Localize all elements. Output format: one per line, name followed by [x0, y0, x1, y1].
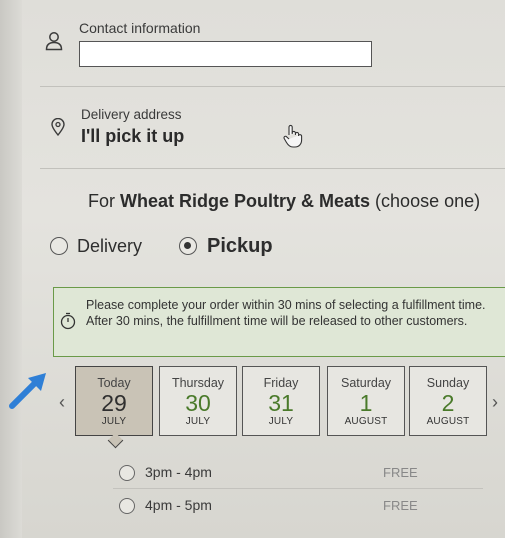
day-name: Today — [97, 376, 131, 390]
store-prefix: For — [88, 191, 121, 211]
pickup-radio[interactable] — [179, 237, 197, 255]
day-name: Saturday — [340, 376, 392, 390]
slot-label[interactable]: 4pm - 5pm — [145, 497, 212, 513]
store-name: Wheat Ridge Poultry & Meats — [120, 191, 371, 211]
divider — [113, 488, 483, 489]
delivery-address-label: Delivery address — [81, 107, 182, 122]
day-saturday[interactable]: Saturday 1 AUGUST — [327, 366, 405, 436]
hand-pointer-icon — [283, 124, 303, 153]
day-friday[interactable]: Friday 31 JULY — [242, 366, 320, 436]
slot-radio[interactable] — [119, 465, 135, 481]
day-thursday[interactable]: Thursday 30 JULY — [159, 366, 237, 436]
delivery-radio[interactable] — [50, 237, 68, 255]
day-number: 1 — [359, 390, 373, 416]
store-heading: For Wheat Ridge Poultry & Meats (choose … — [88, 191, 480, 212]
person-icon — [45, 31, 63, 56]
day-name: Friday — [263, 376, 299, 390]
checkout-screen: Contact information Delivery address I'l… — [0, 0, 505, 538]
contact-input[interactable] — [79, 41, 372, 67]
fulfillment-notice: Please complete your order within 30 min… — [53, 287, 505, 357]
chevron-right-icon[interactable]: › — [492, 392, 498, 413]
screen-edge — [0, 0, 22, 538]
pickup-option-label[interactable]: Pickup — [207, 235, 273, 258]
delivery-option-label[interactable]: Delivery — [77, 236, 142, 257]
slot-radio[interactable] — [119, 498, 135, 514]
day-month: AUGUST — [426, 416, 470, 427]
day-number: 2 — [441, 390, 455, 416]
timer-icon — [60, 312, 76, 335]
slot-price: FREE — [383, 498, 418, 513]
day-number: 31 — [268, 390, 294, 416]
day-sunday[interactable]: Sunday 2 AUGUST — [409, 366, 487, 436]
contact-label: Contact information — [79, 20, 201, 36]
chevron-left-icon[interactable]: ‹ — [59, 392, 65, 413]
day-today[interactable]: Today 29 JULY — [75, 366, 153, 436]
notice-text: Please complete your order within 30 min… — [86, 298, 486, 328]
day-name: Thursday — [171, 376, 225, 390]
slot-label[interactable]: 3pm - 4pm — [145, 464, 212, 480]
slot-price: FREE — [383, 465, 418, 480]
day-month: JULY — [268, 416, 294, 427]
day-number: 30 — [185, 390, 211, 416]
divider — [40, 86, 505, 87]
day-month: JULY — [185, 416, 211, 427]
day-number: 29 — [101, 390, 127, 416]
divider — [40, 168, 505, 169]
delivery-address-value[interactable]: I'll pick it up — [81, 126, 184, 147]
location-pin-icon — [51, 117, 65, 141]
arrow-annotation-icon — [8, 370, 48, 415]
day-month: AUGUST — [344, 416, 388, 427]
store-suffix: (choose one) — [370, 191, 481, 211]
day-name: Sunday — [426, 376, 470, 390]
day-month: JULY — [101, 416, 127, 427]
